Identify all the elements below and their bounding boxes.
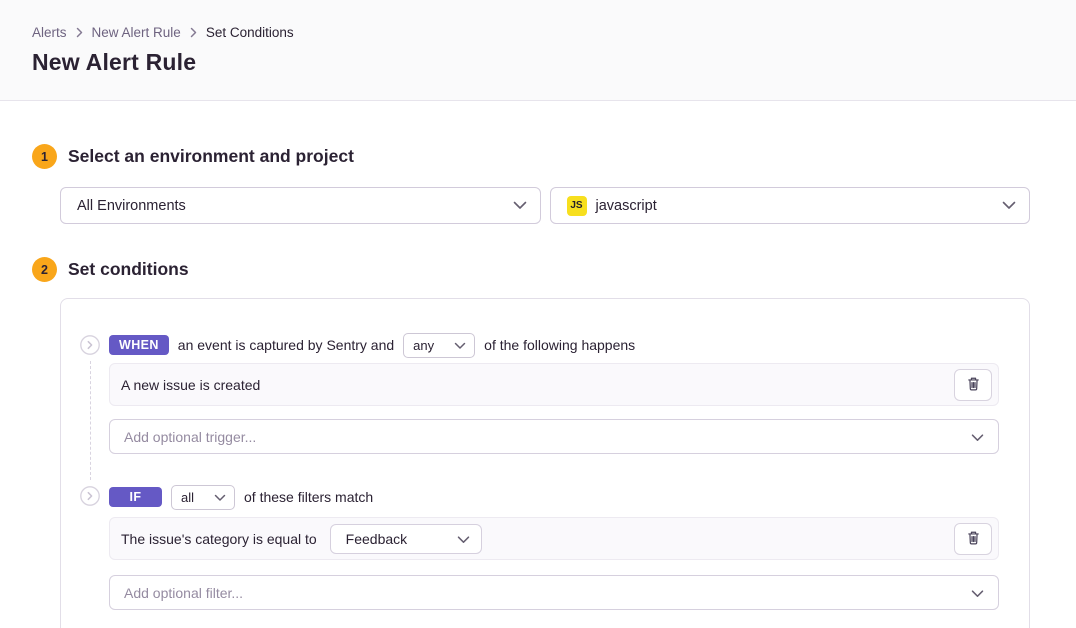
chevron-right-icon xyxy=(76,27,83,38)
when-text-before: an event is captured by Sentry and xyxy=(178,337,394,353)
delete-filter-button[interactable] xyxy=(954,523,992,555)
chevron-down-icon xyxy=(971,585,984,601)
add-trigger-select[interactable]: Add optional trigger... xyxy=(109,419,999,454)
chevron-down-icon xyxy=(214,490,226,505)
project-select-value: javascript xyxy=(596,198,1003,214)
if-badge: IF xyxy=(109,487,162,508)
add-filter-select[interactable]: Add optional filter... xyxy=(109,575,999,610)
chevron-down-icon xyxy=(971,429,984,445)
section-conditions-header: 2 Set conditions xyxy=(32,257,1030,282)
when-match-value: any xyxy=(413,338,442,353)
if-text-after: of these filters match xyxy=(244,489,373,505)
circle-chevron-right-icon xyxy=(80,486,100,506)
filter-label: The issue's category is equal to xyxy=(121,531,317,547)
trash-icon xyxy=(966,376,981,394)
main-content: 1 Select an environment and project All … xyxy=(0,144,1076,628)
trigger-row: A new issue is created xyxy=(109,363,999,406)
filter-row: The issue's category is equal to Feedbac… xyxy=(109,517,999,560)
when-match-select[interactable]: any xyxy=(403,333,475,358)
step-connector-line xyxy=(90,361,91,480)
trash-icon xyxy=(966,530,981,548)
circle-chevron-right-icon xyxy=(80,335,100,355)
project-select[interactable]: JS javascript xyxy=(550,187,1031,224)
conditions-card: WHEN an event is captured by Sentry and … xyxy=(60,298,1030,628)
page-title: New Alert Rule xyxy=(32,49,1044,76)
if-condition-line: IF all of these filters match xyxy=(109,485,999,509)
when-condition-line: WHEN an event is captured by Sentry and … xyxy=(109,333,999,357)
breadcrumb-set-conditions: Set Conditions xyxy=(206,25,294,40)
breadcrumb-new-alert-rule[interactable]: New Alert Rule xyxy=(92,25,181,40)
add-filter-placeholder: Add optional filter... xyxy=(124,585,243,601)
delete-trigger-button[interactable] xyxy=(954,369,992,401)
trigger-label: A new issue is created xyxy=(121,377,260,393)
section-environment-header: 1 Select an environment and project xyxy=(32,144,1030,169)
javascript-platform-icon: JS xyxy=(567,196,587,216)
chevron-down-icon xyxy=(454,338,466,353)
add-trigger-placeholder: Add optional trigger... xyxy=(124,429,256,445)
filter-value: Feedback xyxy=(346,531,407,547)
chevron-down-icon xyxy=(513,198,527,214)
breadcrumb: Alerts New Alert Rule Set Conditions xyxy=(32,25,1044,40)
chevron-right-icon xyxy=(190,27,197,38)
section-environment-title: Select an environment and project xyxy=(68,146,354,167)
chevron-down-icon xyxy=(457,531,470,547)
step-1-badge: 1 xyxy=(32,144,57,169)
breadcrumb-alerts[interactable]: Alerts xyxy=(32,25,67,40)
chevron-down-icon xyxy=(1002,198,1016,214)
when-badge: WHEN xyxy=(109,335,169,356)
section-conditions-title: Set conditions xyxy=(68,259,189,280)
filter-value-select[interactable]: Feedback xyxy=(330,524,482,554)
environment-select[interactable]: All Environments xyxy=(60,187,541,224)
if-match-value: all xyxy=(181,490,202,505)
when-text-after: of the following happens xyxy=(484,337,635,353)
step-2-badge: 2 xyxy=(32,257,57,282)
environment-select-value: All Environments xyxy=(77,198,513,214)
environment-project-row: All Environments JS javascript xyxy=(60,187,1030,224)
if-match-select[interactable]: all xyxy=(171,485,235,510)
page-header: Alerts New Alert Rule Set Conditions New… xyxy=(0,0,1076,101)
